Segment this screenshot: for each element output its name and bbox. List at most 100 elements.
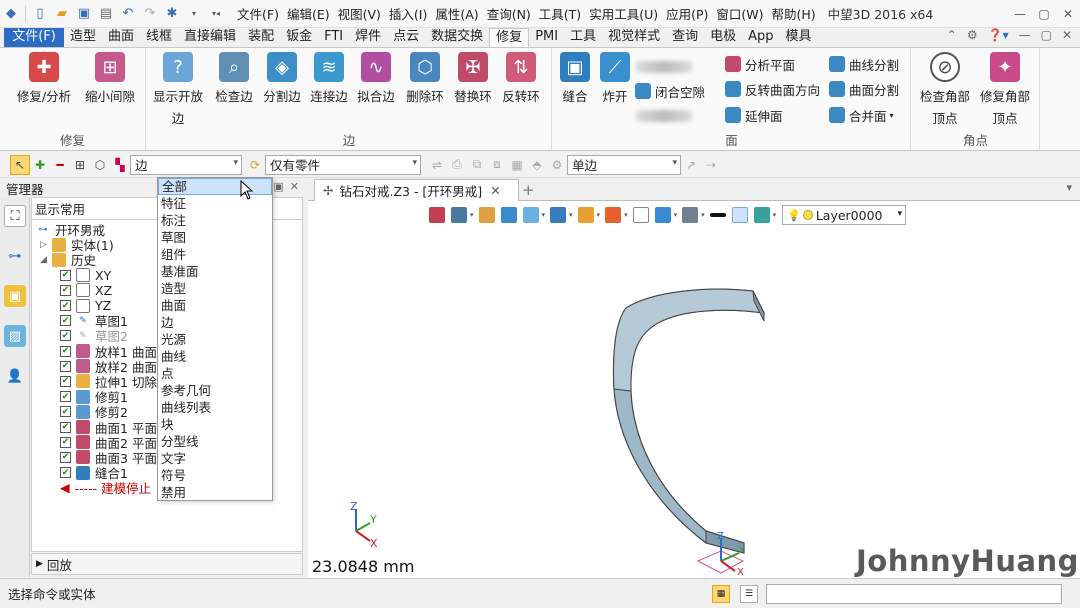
select-pointer-icon[interactable]: ↖ [10,154,30,175]
dropdown-arrow-icon[interactable]: ▾ [183,3,205,25]
settings-gear-icon[interactable]: ⚙ [967,28,978,42]
blurred-command-2[interactable] [635,105,693,127]
reverse-surface-direction-button[interactable]: 反转曲面方向 [725,78,820,100]
restore-icon[interactable]: ▢ [1032,0,1056,28]
tab-data-exchange[interactable]: 数据交换 [425,28,489,47]
wire-cube-icon[interactable] [522,207,539,223]
tab-file[interactable]: 文件(F) [4,28,64,47]
filter-option[interactable]: 特征 [158,195,272,212]
open-file-icon[interactable]: ▰ [51,3,73,25]
tab-repair[interactable]: 修复 [489,28,530,47]
check-corner-button[interactable]: ⊘ 检查角部 顶点 [914,52,976,130]
collapse-icon[interactable]: ◢ [40,255,50,265]
pencil-icon[interactable] [478,207,495,223]
polygon-select-icon[interactable]: ⬡ [90,155,110,175]
iso-cube-icon[interactable] [577,207,594,223]
part-filter-icon[interactable]: ⟳ [245,155,265,175]
tab-electrode[interactable]: 电极 [704,28,742,47]
toolbar-option-icon-8[interactable]: ↗ [681,155,701,175]
visibility-checkbox[interactable]: ✔ [60,451,71,463]
menu-utilities[interactable]: 实用工具(U) [585,4,662,23]
collapse-ribbon-icon[interactable]: ⌃ [947,28,957,42]
tab-point-cloud[interactable]: 点云 [387,28,425,47]
ribbon-close-icon[interactable]: ✕ [1062,28,1072,42]
close-gap-button[interactable]: 闭合空隙 [635,80,705,102]
shrink-gap-button[interactable]: ⊞ 缩小间隙 [78,52,142,108]
exit-icon[interactable] [429,207,445,223]
merge-face-button[interactable]: 合并面 ▾ [829,104,894,126]
menu-attribute[interactable]: 属性(A) [431,4,482,23]
repair-corner-button[interactable]: ✦ 修复角部 顶点 [974,52,1036,130]
filter-option[interactable]: 草图 [158,229,272,246]
help-icon[interactable]: ❓▾ [988,28,1009,42]
line-width-icon[interactable] [709,213,726,217]
filter-option[interactable]: 文字 [158,450,272,467]
tab-app[interactable]: App [742,28,779,47]
filter-option[interactable]: 块 [158,416,272,433]
save-icon[interactable]: ▣ [73,3,95,25]
filter-option[interactable]: 标注 [158,212,272,229]
assembly-tree-icon[interactable]: ⊶ [4,245,26,267]
tab-mold[interactable]: 模具 [780,28,818,47]
show-open-edge-button[interactable]: ? 显示开放 边 [149,52,207,130]
tab-wireframe[interactable]: 线框 [140,28,178,47]
part-library-icon[interactable]: ▣ [4,285,26,307]
tab-assembly[interactable]: 装配 [242,28,280,47]
zoom-window-icon[interactable] [632,207,649,223]
filter-option[interactable]: 基准面 [158,263,272,280]
curve-split-button[interactable]: 曲线分割 [829,53,899,75]
replay-panel[interactable]: ▶ 回放 [31,553,303,575]
filter-option[interactable]: 曲线列表 [158,399,272,416]
background-icon[interactable] [682,207,699,223]
part-filter-combo[interactable]: 仅有零件 ▾ [265,154,421,175]
toolbar-option-icon-5[interactable]: ▦ [507,155,527,175]
visibility-checkbox[interactable]: ✔ [60,315,71,327]
reverse-loop-button[interactable]: ⇅ 反转环 [492,52,550,108]
display-mode-icon[interactable] [654,207,671,223]
refresh-icon[interactable]: ✱ [161,3,183,25]
menu-tools[interactable]: 工具(T) [535,4,585,23]
filter-option[interactable]: 光源 [158,331,272,348]
menu-view[interactable]: 视图(V) [334,4,385,23]
menu-insert[interactable]: 插入(I) [385,4,431,23]
visibility-checkbox[interactable]: ✔ [60,467,71,479]
user-icon[interactable]: 👤 [4,365,26,387]
toolbar-option-icon-6[interactable]: ⬘ [527,155,547,175]
expand-icon[interactable]: ▷ [40,240,50,250]
tab-surface[interactable]: 曲面 [102,28,140,47]
toolbar-option-icon-2[interactable]: ⎙ [447,155,467,175]
tab-list-chevron-icon[interactable]: ▾ [1066,181,1072,194]
toolbar-option-icon-4[interactable]: ⧈ [487,155,507,175]
menu-edit[interactable]: 编辑(E) [283,4,334,23]
menu-file[interactable]: 文件(F) [233,4,283,23]
close-tab-icon[interactable]: ✕ [490,183,500,198]
new-file-icon[interactable]: ▯ [29,3,51,25]
filter-option[interactable]: 曲线 [158,348,272,365]
explode-button[interactable]: ⟋ 炸开 [593,52,637,108]
filter-option[interactable]: 全部 [158,178,272,195]
camera-icon[interactable] [451,207,467,223]
ribbon-minimize-icon[interactable]: — [1019,28,1031,42]
menu-window[interactable]: 窗口(W) [712,4,767,23]
visibility-checkbox[interactable]: ✔ [60,406,71,418]
filter-option[interactable]: 分型线 [158,433,272,450]
layer-combo[interactable]: 💡 Layer0000 ▾ [782,205,907,225]
shaded-cube-icon[interactable] [500,207,517,223]
toolbar-option-icon-9[interactable]: ⇢ [701,155,721,175]
undo-icon[interactable]: ↶ [117,3,139,25]
remove-select-icon[interactable]: ━ [50,155,70,175]
view-manager-icon[interactable]: ▨ [4,325,26,347]
tab-direct-edit[interactable]: 直接编辑 [178,28,242,47]
surface-split-button[interactable]: 曲面分割 [829,78,899,100]
toolbar-option-icon-3[interactable]: ⧉ [467,155,487,175]
add-select-icon[interactable]: ✚ [30,155,50,175]
layer-icon[interactable] [753,207,770,223]
filter-option[interactable]: 组件 [158,246,272,263]
ribbon-restore-icon[interactable]: ▢ [1041,28,1052,42]
repair-analyze-button[interactable]: ✚ 修复/分析 [12,52,76,108]
app-logo-icon[interactable]: ◆ [0,3,22,25]
toolbar-option-icon-7[interactable]: ⚙ [547,155,567,175]
color-swatch-icon[interactable] [731,207,748,223]
visibility-checkbox[interactable]: ✔ [60,330,71,342]
visibility-checkbox[interactable]: ✔ [60,284,71,296]
